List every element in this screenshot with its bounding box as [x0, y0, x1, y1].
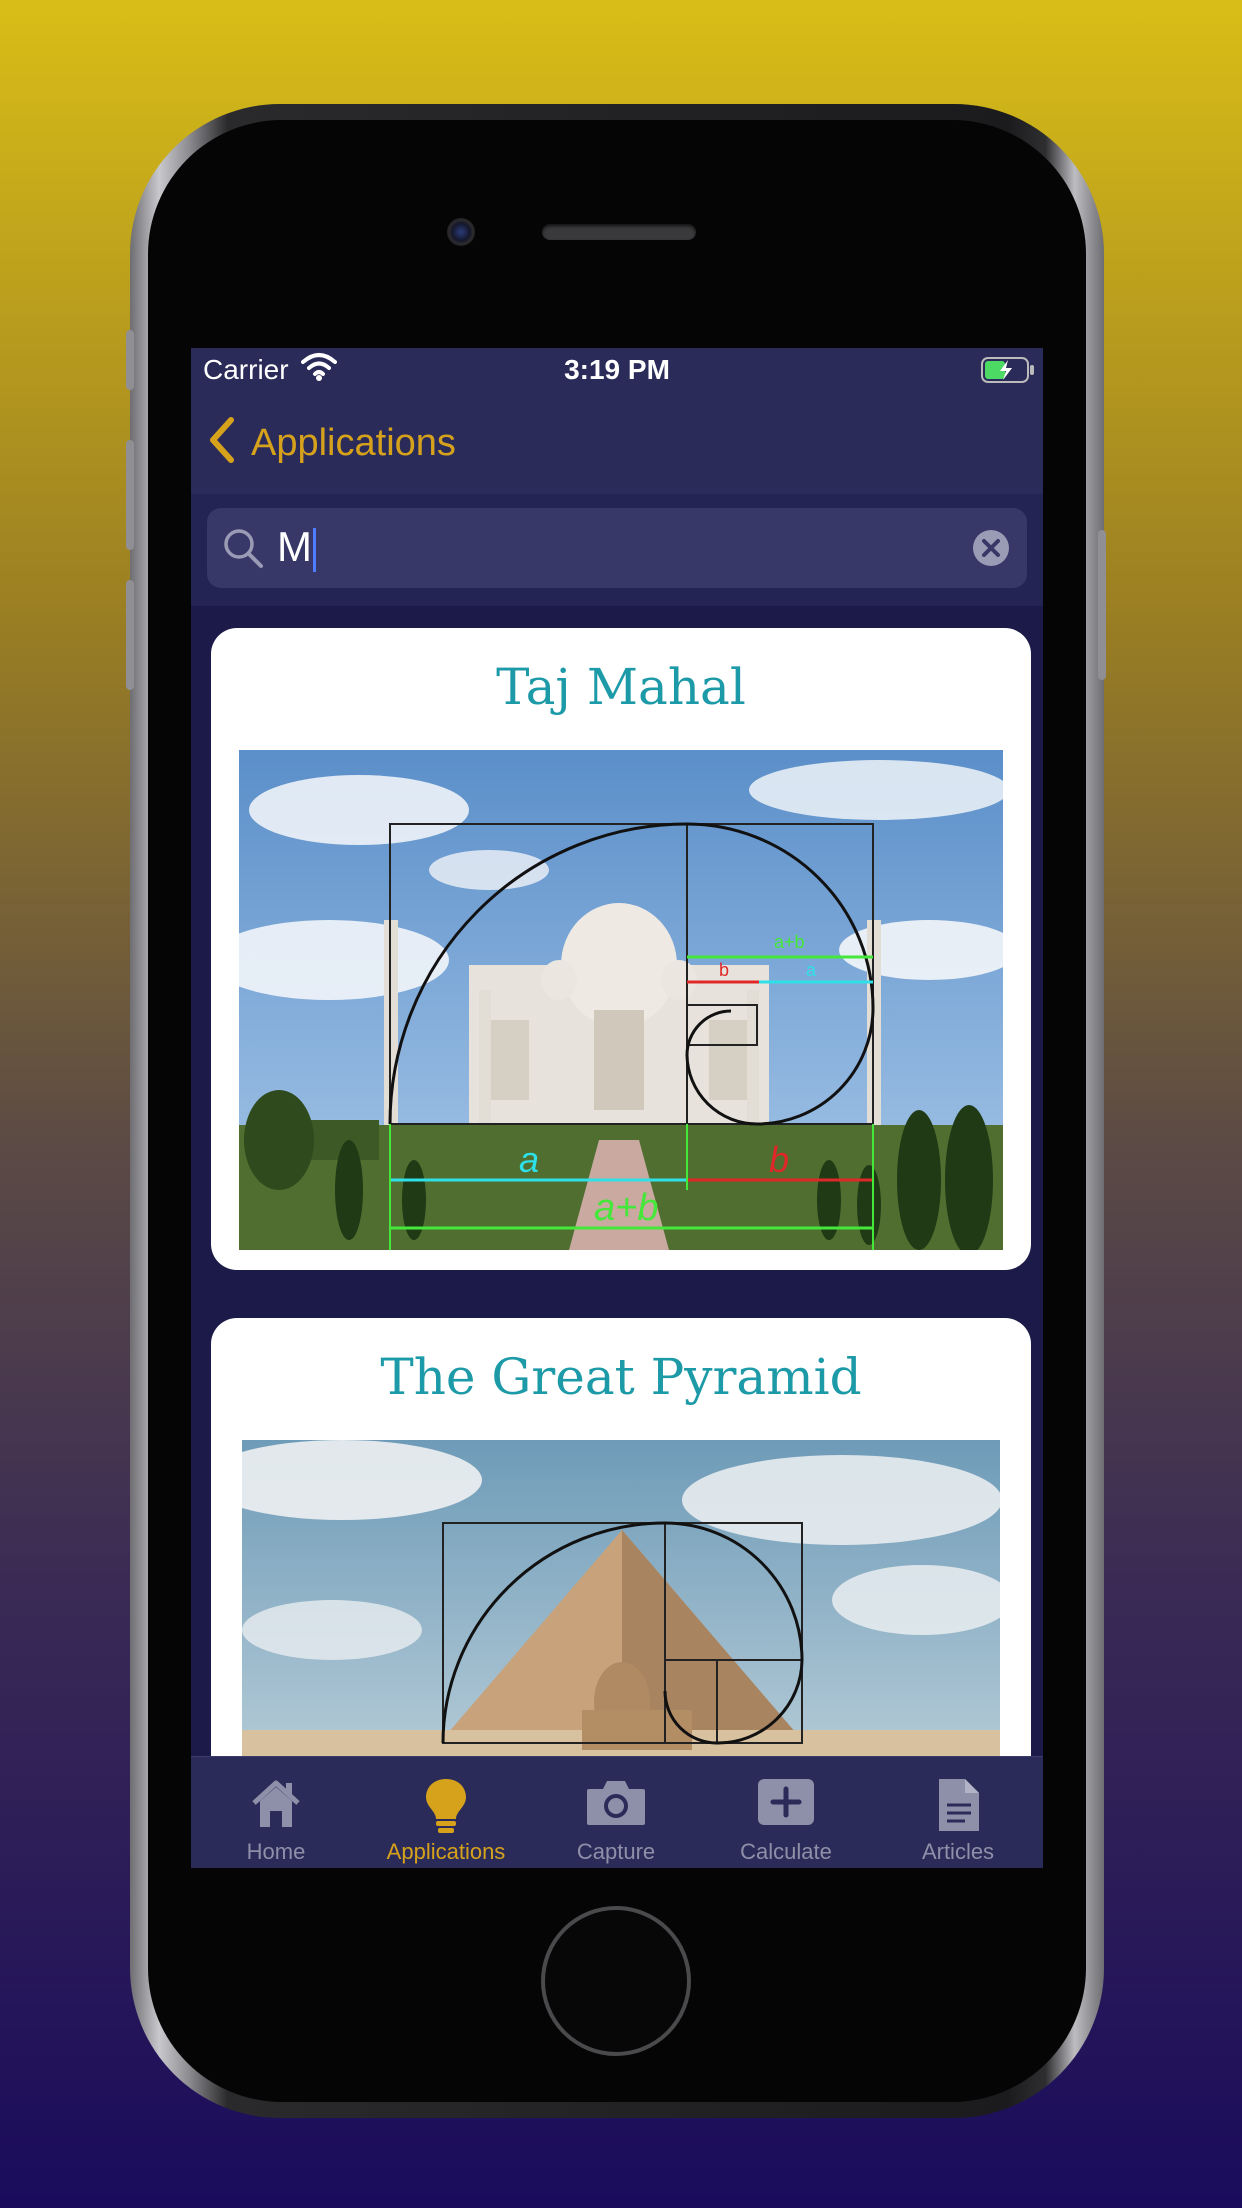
application-card[interactable]: The Great Pyramid: [211, 1318, 1031, 1756]
home-icon: [252, 1780, 300, 1827]
label-a-top: a: [806, 960, 817, 980]
camera-icon: [587, 1781, 645, 1825]
tab-label: Capture: [576, 1839, 656, 1864]
tab-capture[interactable]: Capture: [531, 1757, 701, 1868]
tab-label: Calculate: [740, 1839, 832, 1864]
clear-search-icon[interactable]: [971, 528, 1011, 573]
tab-label: Applications: [386, 1839, 506, 1864]
plus-square-icon: [758, 1779, 814, 1825]
mute-switch: [126, 330, 134, 390]
card-title: The Great Pyramid: [380, 1348, 862, 1406]
front-camera: [447, 218, 475, 246]
back-chevron-icon[interactable]: [203, 412, 239, 473]
tab-label: Home: [246, 1839, 306, 1864]
app-screen: Carrier 3:19 PM Applications M Taj Mahal…: [191, 348, 1043, 1868]
document-icon: [939, 1779, 979, 1831]
volume-up-button: [126, 440, 134, 550]
label-b-bottom: b: [769, 1139, 789, 1180]
lightbulb-icon: [426, 1779, 466, 1833]
search-value-text: M: [277, 523, 312, 570]
label-a-bottom: a: [519, 1139, 539, 1180]
label-a-plus-b-bottom: a+b: [594, 1187, 658, 1229]
card-title: Taj Mahal: [496, 658, 746, 716]
taj-mahal-image: a+b b a a b a+b: [239, 750, 1003, 1250]
label-a-plus-b-top: a+b: [774, 932, 805, 952]
great-pyramid-image: [242, 1440, 1000, 1756]
tab-calculate[interactable]: Calculate: [701, 1757, 871, 1868]
volume-down-button: [126, 580, 134, 690]
home-button[interactable]: [541, 1906, 691, 2056]
tab-bar: Home Applications Capture Calculate Arti…: [191, 1756, 1043, 1868]
status-bar: Carrier 3:19 PM: [191, 348, 1043, 392]
search-field[interactable]: M: [207, 508, 1027, 588]
application-card[interactable]: Taj Mahal a+b b a a b a+b: [211, 628, 1031, 1270]
tab-label: Articles: [921, 1839, 995, 1864]
tab-home[interactable]: Home: [191, 1757, 361, 1868]
tab-applications[interactable]: Applications: [361, 1757, 531, 1868]
search-icon: [221, 526, 265, 575]
tab-articles[interactable]: Articles: [873, 1757, 1043, 1868]
back-button[interactable]: Applications: [251, 422, 456, 465]
status-time: 3:19 PM: [564, 354, 670, 385]
applications-list: Taj Mahal a+b b a a b a+b The Great Pyra…: [191, 606, 1043, 1756]
power-button: [1098, 530, 1106, 680]
battery-icon: [981, 356, 1035, 391]
search-input[interactable]: M: [277, 522, 316, 572]
navigation-bar: Applications: [191, 392, 1043, 494]
label-b-top: b: [719, 960, 729, 980]
text-cursor: [313, 527, 316, 572]
search-bar: M: [191, 494, 1043, 606]
earpiece-speaker: [542, 224, 696, 240]
